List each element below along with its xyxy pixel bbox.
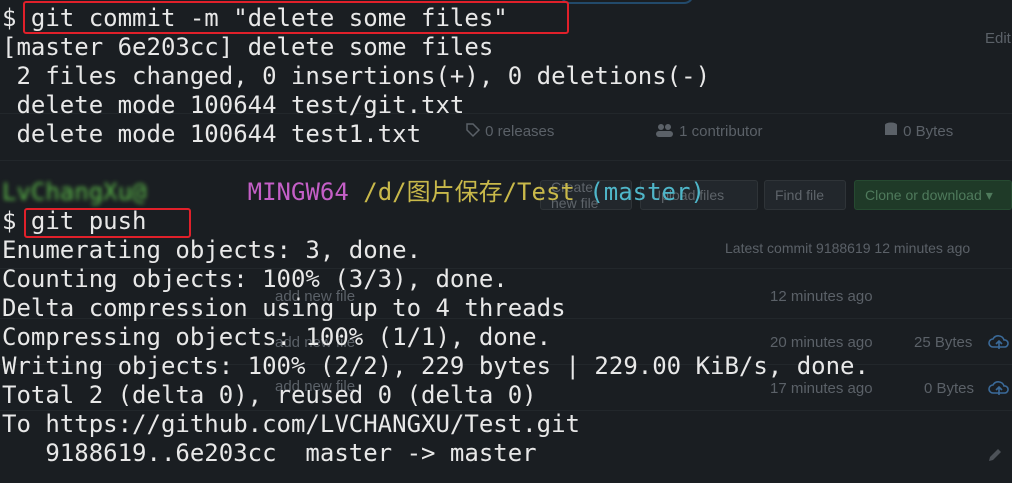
terminal-output-line: Counting objects: 100% (3/3), done. — [2, 265, 508, 293]
terminal-output-line: 9188619..6e203cc master -> master — [2, 439, 537, 467]
current-path: /d/图片保存/Test — [363, 178, 575, 206]
prompt-line: LvChangXu@ MINGW64 /d/图片保存/Test (master) — [2, 178, 705, 207]
blurred-user-host: LvChangXu@ — [2, 178, 147, 206]
terminal-output-line: delete mode 100644 test/git.txt — [2, 91, 465, 119]
terminal-output-line: Enumerating objects: 3, done. — [2, 236, 422, 264]
terminal-window[interactable]: $ git commit -m "delete some files" [mas… — [0, 0, 1012, 483]
terminal-output-line: To https://github.com/LVCHANGXU/Test.git — [2, 410, 580, 438]
terminal-output-line: delete mode 100644 test1.txt — [2, 120, 422, 148]
terminal-output-line: Writing objects: 100% (2/2), 229 bytes |… — [2, 352, 869, 380]
push-command-highlight — [24, 208, 191, 238]
terminal-output-line: Compressing objects: 100% (1/1), done. — [2, 323, 552, 351]
previous-output-fragment — [560, 0, 694, 4]
host-name: MINGW64 — [247, 178, 349, 206]
prompt-symbol: $ — [2, 207, 17, 235]
git-branch: (master) — [589, 178, 705, 206]
terminal-output-line: 2 files changed, 0 insertions(+), 0 dele… — [2, 62, 711, 90]
terminal-output-line: [master 6e203cc] delete some files — [2, 33, 494, 61]
prompt-symbol: $ — [2, 4, 17, 32]
commit-command-highlight — [23, 1, 569, 34]
terminal-output-line: Total 2 (delta 0), reused 0 (delta 0) — [2, 381, 537, 409]
terminal-output-line: Delta compression using up to 4 threads — [2, 294, 566, 322]
